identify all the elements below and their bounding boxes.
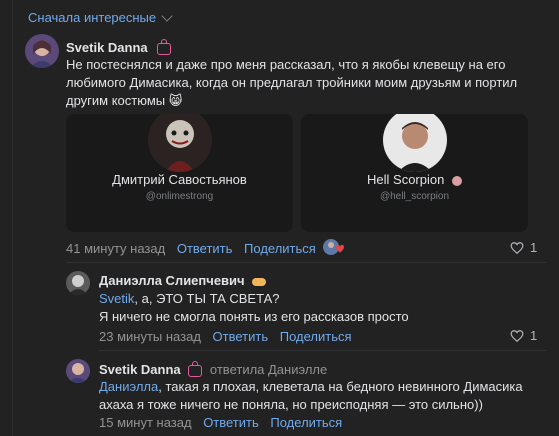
avatar-image [66,359,90,383]
reply-button[interactable]: Ответить [203,415,259,430]
share-button[interactable]: Поделиться [244,241,316,256]
share-button[interactable]: Поделиться [280,329,352,344]
reply-author[interactable]: Svetik Danna [99,362,181,377]
reply-time[interactable]: 23 минуты назад [99,329,201,344]
comment-time[interactable]: 41 минуту назад [66,241,165,256]
reply-meta: 23 минуты назад Ответить Поделиться [99,329,352,344]
profile-handle: @onlimestrong [145,191,214,202]
comment-meta: 41 минуту назад Ответить Поделиться [66,241,316,256]
like-button[interactable]: 1 [510,240,537,255]
liked-by-avatar[interactable] [322,238,348,263]
profile-photo [383,114,447,172]
profile-name: Hell Scorpion [367,172,445,187]
skull-emoji-icon [451,175,462,186]
avatar[interactable] [25,34,59,68]
reply-author-row: Svetik Danna ответила Даниэлле [99,360,327,377]
like-count: 1 [530,240,538,255]
share-button[interactable]: Поделиться [270,415,342,430]
answered-to[interactable]: ответила Даниэлле [210,362,327,377]
avatar-image [66,271,90,295]
reply-author[interactable]: Даниэлла Слиепчевич [99,273,267,288]
liker-avatar-icon [323,239,344,255]
reply-button[interactable]: Ответить [177,241,233,256]
thread-line [12,0,13,436]
profile-card[interactable]: Hell Scorpion @hell_scorpion [301,114,528,232]
reply-text: Даниэлла, такая я плохая, клеветала на б… [99,379,523,412]
divider [66,262,546,263]
divider [99,350,546,351]
profile-handle: @hell_scorpion [379,191,450,202]
heart-icon [510,241,524,254]
avatar[interactable] [66,271,90,295]
profile-card[interactable]: Дмитрий Савостьянов @onlimestrong [66,114,293,232]
like-count: 1 [530,328,538,343]
reply-button[interactable]: Ответить [213,329,269,344]
gift-badge-icon [157,38,172,55]
reply-time[interactable]: 15 минут назад [99,415,192,430]
avatar[interactable] [66,359,90,383]
smiling-cat-emoji-icon: 😸 [168,93,183,108]
profile-name-row: Hell Scorpion [301,172,528,187]
profile-photo [148,114,212,172]
mention-link[interactable]: Svetik [99,291,134,306]
mention-link[interactable]: Даниэлла [99,379,158,394]
avatar-image [25,34,59,68]
sort-label: Сначала интересные [28,10,157,25]
reply-text: Svetik, а, ЭТО ТЫ ТА СВЕТА? Я ничего не … [99,291,409,324]
chevron-down-icon [161,9,173,22]
bread-emoji-icon [252,277,267,286]
sort-dropdown[interactable]: Сначала интересные [28,9,173,25]
gift-badge-icon [188,360,203,377]
like-button[interactable]: 1 [510,328,537,343]
profile-name: Дмитрий Савостьянов [112,172,247,187]
comment-author[interactable]: Svetik Danna [66,38,172,55]
reply-meta: 15 минут назад Ответить Поделиться [99,415,342,430]
comment-text: Не постеснялся и даже про меня рассказал… [66,57,518,108]
heart-icon [510,329,524,342]
